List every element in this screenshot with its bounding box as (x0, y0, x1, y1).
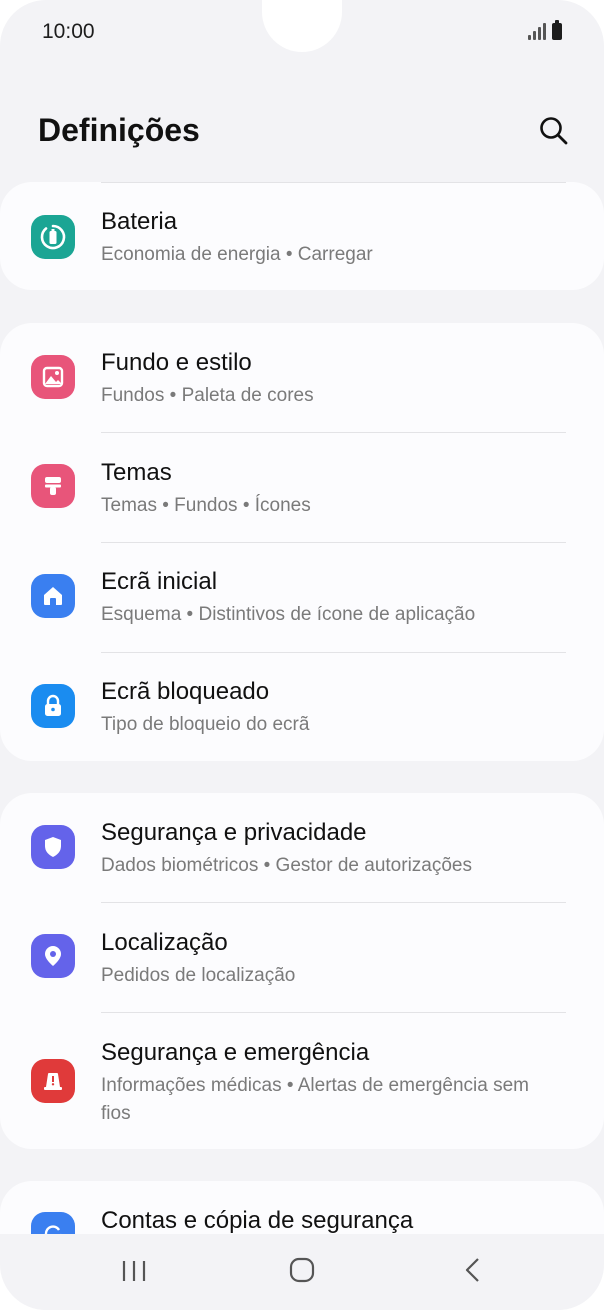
item-title: Segurança e privacidade (101, 819, 367, 846)
phone-screen: 10:00 Definições Bateria Economia de ene… (0, 0, 604, 1310)
home-button[interactable] (284, 1256, 320, 1286)
settings-item-themes[interactable]: Temas Temas • Fundos • Ícones (0, 433, 604, 542)
recent-apps-icon (122, 1261, 146, 1281)
item-subtitle: Pedidos de localização (101, 965, 296, 986)
recent-apps-button[interactable] (116, 1256, 152, 1286)
sync-icon (31, 1212, 75, 1234)
item-title: Ecrã bloqueado (101, 678, 270, 705)
page-title: Definições (38, 112, 200, 148)
settings-item-battery[interactable]: Bateria Economia de energia • Carregar (0, 182, 604, 290)
settings-item-location[interactable]: Localização Pedidos de localização (0, 903, 604, 1012)
item-title: Temas (101, 459, 172, 486)
emergency-icon (31, 1059, 75, 1103)
settings-item-home-screen[interactable]: Ecrã inicial Esquema • Distintivos de íc… (0, 543, 604, 652)
settings-item-lock-screen[interactable]: Ecrã bloqueado Tipo de bloqueio do ecrã (0, 653, 604, 761)
settings-item-wallpaper[interactable]: Fundo e estilo Fundos • Paleta de cores (0, 323, 604, 432)
wallpaper-icon (31, 355, 75, 399)
search-button[interactable] (532, 110, 576, 154)
settings-item-accounts-backup[interactable]: Contas e cópia de segurança (0, 1181, 604, 1234)
item-title: Segurança e emergência (101, 1039, 370, 1066)
home-icon (31, 574, 75, 618)
navigation-bar (0, 1234, 604, 1310)
camera-notch (262, 0, 342, 52)
settings-item-safety-emergency[interactable]: Segurança e emergência Informações médic… (0, 1013, 604, 1149)
item-title: Fundo e estilo (101, 349, 252, 376)
search-icon (540, 117, 568, 145)
settings-item-security-privacy[interactable]: Segurança e privacidade Dados biométrico… (0, 793, 604, 902)
themes-icon (31, 464, 75, 508)
back-button[interactable] (454, 1256, 490, 1286)
item-title: Bateria (101, 208, 178, 235)
item-subtitle: Temas • Fundos • Ícones (101, 495, 311, 516)
item-subtitle: Esquema • Distintivos de ícone de aplica… (101, 604, 476, 625)
item-title: Localização (101, 929, 228, 956)
item-title: Ecrã inicial (101, 568, 218, 595)
item-subtitle: Economia de energia • Carregar (101, 244, 373, 265)
shield-icon (31, 825, 75, 869)
item-title: Contas e cópia de segurança (101, 1207, 414, 1234)
item-subtitle: Informações médicas • Alertas de emergên… (101, 1075, 530, 1124)
battery-status-icon (552, 20, 562, 40)
home-circle-icon (289, 1257, 315, 1283)
item-subtitle: Tipo de bloqueio do ecrã (101, 714, 310, 735)
item-subtitle: Fundos • Paleta de cores (101, 385, 314, 406)
signal-icon (528, 22, 546, 40)
item-subtitle: Dados biométricos • Gestor de autorizaçõ… (101, 855, 472, 876)
status-icons (528, 20, 562, 40)
status-time: 10:00 (42, 20, 95, 43)
location-icon (31, 934, 75, 978)
battery-icon (31, 215, 75, 259)
lock-icon (31, 684, 75, 728)
back-icon (465, 1258, 479, 1282)
